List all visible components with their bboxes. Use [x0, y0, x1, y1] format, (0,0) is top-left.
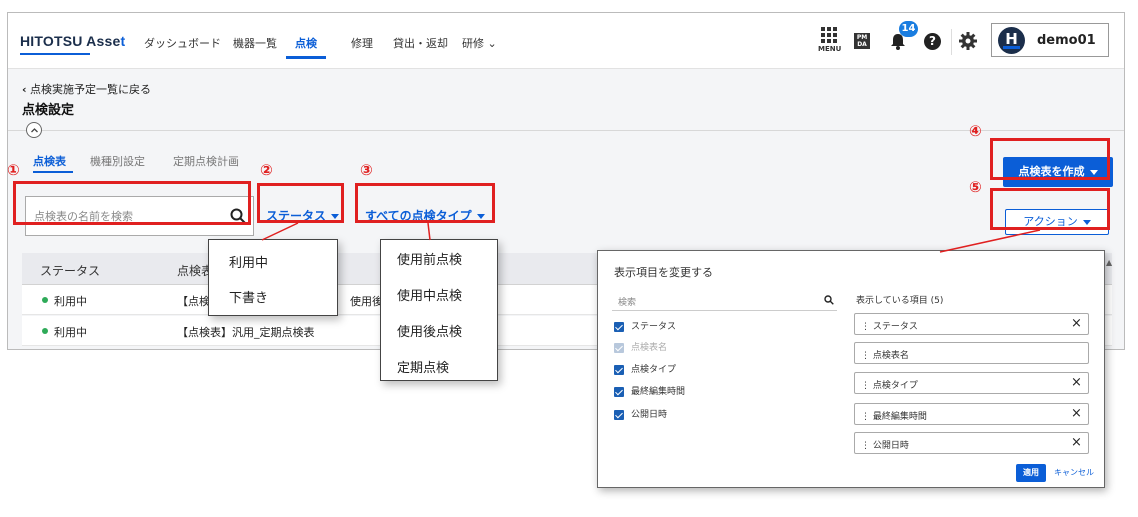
annotation-label-1: ① [7, 161, 20, 179]
annotation-label-5: ⑤ [969, 178, 982, 196]
annotation-box-3 [355, 183, 495, 223]
annotation-connectors [261, 222, 1041, 253]
annotation-box-1 [13, 181, 251, 225]
annotation-box-2 [257, 183, 344, 223]
annotation-box-4 [990, 138, 1110, 180]
annotation-label-3: ③ [360, 161, 373, 179]
annotation-label-2: ② [260, 161, 273, 179]
annotation-label-4: ④ [969, 122, 982, 140]
annotation-box-5 [990, 188, 1110, 230]
